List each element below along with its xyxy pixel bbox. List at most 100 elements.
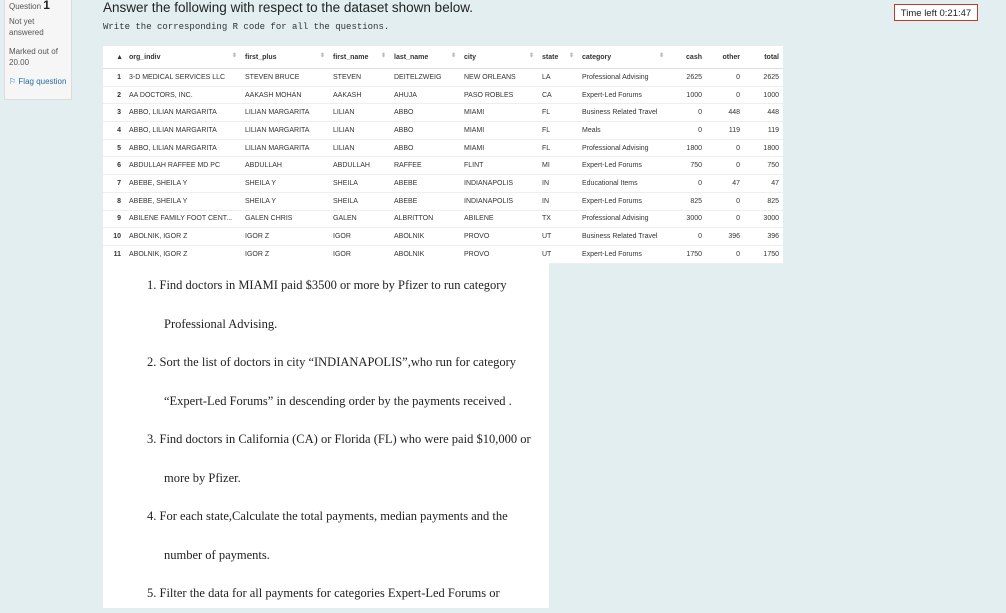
table-cell: GALEN CHRIS — [241, 210, 329, 229]
table-cell: Professional Advising — [578, 210, 668, 229]
table-cell: 0 — [706, 210, 744, 229]
sort-icon[interactable]: ⬍ — [659, 52, 664, 59]
table-cell: Expert-Led Forums — [578, 86, 668, 105]
sort-icon[interactable]: ⬍ — [451, 52, 456, 59]
table-cell: 2625 — [668, 68, 706, 87]
table-cell: PROVO — [460, 227, 538, 246]
table-cell: SHEILA — [329, 192, 390, 211]
column-header[interactable]: last_name ⬍ — [390, 46, 460, 69]
column-header-index: ▲ — [103, 46, 125, 69]
table-cell: 825 — [668, 192, 706, 211]
flag-question-link[interactable]: ⚐ Flag question — [9, 76, 67, 87]
sort-icon[interactable]: ⬍ — [232, 52, 237, 59]
flag-question-label: Flag question — [18, 77, 67, 86]
flag-icon: ⚐ — [9, 77, 17, 86]
table-cell: 0 — [668, 227, 706, 246]
table-cell: ABDULLAH — [329, 156, 390, 176]
table-cell: 1750 — [744, 245, 783, 264]
row-index-cell: 9 — [103, 210, 125, 229]
table-cell: ABBO — [390, 121, 460, 140]
question-info-panel: Question 1 Not yet answered Marked out o… — [4, 0, 72, 100]
table-cell: 1750 — [668, 245, 706, 264]
table-cell: AHUJA — [390, 86, 460, 105]
time-left-badge: Time left 0:21:47 — [894, 4, 978, 21]
table-cell: Expert-Led Forums — [578, 192, 668, 211]
table-cell: Business Related Travel — [578, 227, 668, 246]
column-header[interactable]: cash — [668, 46, 706, 69]
table-cell: 3-D MEDICAL SERVICES LLC — [125, 68, 241, 87]
sort-up-icon[interactable]: ▲ — [116, 54, 123, 61]
question-number: 1 — [43, 0, 50, 12]
table-cell: LILIAN MARGARITA — [241, 103, 329, 123]
column-header[interactable]: org_indiv ⬍ — [125, 46, 241, 69]
table-cell: IGOR Z — [241, 245, 329, 264]
table-cell: ABBO — [390, 139, 460, 158]
table-cell: MIAMI — [460, 121, 538, 140]
sort-icon[interactable]: ⬍ — [320, 52, 325, 59]
question-marks: Marked out of 20.00 — [9, 47, 58, 67]
table-cell: 448 — [706, 103, 744, 123]
question-item: 3. Find doctors in California (CA) or Fl… — [147, 432, 531, 485]
table-cell: Professional Advising — [578, 68, 668, 87]
table-cell: 0 — [668, 103, 706, 123]
column-header[interactable]: city ⬍ — [460, 46, 538, 69]
row-index-cell: 3 — [103, 103, 125, 123]
table-cell: 47 — [744, 174, 783, 193]
table-cell: 1800 — [668, 139, 706, 158]
table-cell: Business Related Travel — [578, 103, 668, 123]
table-cell: LILIAN MARGARITA — [241, 121, 329, 140]
table-cell: SHEILA Y — [241, 192, 329, 211]
table-row: 6 ABDULLAH RAFFEE MD PC ABDULLAH ABDULLAH RA… — [103, 156, 783, 176]
table-cell: IN — [538, 192, 578, 211]
table-cell: UT — [538, 245, 578, 264]
table-cell: INDIANAPOLIS — [460, 192, 538, 211]
column-header[interactable]: first_plus ⬍ — [241, 46, 329, 69]
table-cell: STEVEN BRUCE — [241, 68, 329, 87]
table-cell: IGOR — [329, 245, 390, 264]
column-header[interactable]: state ⬍ — [538, 46, 578, 69]
table-cell: 119 — [706, 121, 744, 140]
row-index-cell: 6 — [103, 156, 125, 176]
table-cell: 1000 — [668, 86, 706, 105]
table-cell: IGOR — [329, 227, 390, 246]
table-cell: DEITELZWEIG — [390, 68, 460, 87]
table-cell: ABOLNIK — [390, 245, 460, 264]
column-header[interactable]: total — [744, 46, 783, 69]
table-cell: 0 — [668, 121, 706, 140]
table-cell: 2625 — [744, 68, 783, 87]
table-cell: UT — [538, 227, 578, 246]
column-header[interactable]: other — [706, 46, 744, 69]
table-cell: ABOLNIK — [390, 227, 460, 246]
table-cell: ABOLNIK, IGOR Z — [125, 245, 241, 264]
table-cell: AA DOCTORS, INC. — [125, 86, 241, 105]
sort-icon[interactable]: ⬍ — [529, 52, 534, 59]
row-index-cell: 8 — [103, 192, 125, 211]
table-cell: 750 — [668, 156, 706, 176]
table-cell: ABEBE — [390, 192, 460, 211]
table-cell: 825 — [744, 192, 783, 211]
question-subheading: Write the corresponding R code for all t… — [103, 22, 390, 32]
table-cell: FL — [538, 139, 578, 158]
table-cell: MIAMI — [460, 103, 538, 123]
table-cell: ABILENE — [460, 210, 538, 229]
table-cell: 1000 — [744, 86, 783, 105]
table-cell: SHEILA Y — [241, 174, 329, 193]
table-cell: ABEBE — [390, 174, 460, 193]
question-item: 2. Sort the list of doctors in city “IND… — [147, 355, 517, 408]
table-row: 8 ABEBE, SHEILA Y SHEILA Y SHEILA ABEBE INDIA… — [103, 192, 783, 211]
column-header[interactable]: category ⬍ — [578, 46, 668, 69]
sort-icon[interactable]: ⬍ — [381, 52, 386, 59]
table-cell: 0 — [706, 86, 744, 105]
table-cell: FL — [538, 103, 578, 123]
table-cell: ABEBE, SHEILA Y — [125, 174, 241, 193]
row-index-cell: 7 — [103, 174, 125, 193]
table-cell: 396 — [744, 227, 783, 246]
table-cell: ABBO — [390, 103, 460, 123]
table-cell: LA — [538, 68, 578, 87]
table-cell: ABBO, LILIAN MARGARITA — [125, 103, 241, 123]
column-header[interactable]: first_name ⬍ — [329, 46, 390, 69]
table-cell: 0 — [706, 192, 744, 211]
table-cell: MIAMI — [460, 139, 538, 158]
sort-icon[interactable]: ⬍ — [569, 52, 574, 59]
table-cell: SHEILA — [329, 174, 390, 193]
